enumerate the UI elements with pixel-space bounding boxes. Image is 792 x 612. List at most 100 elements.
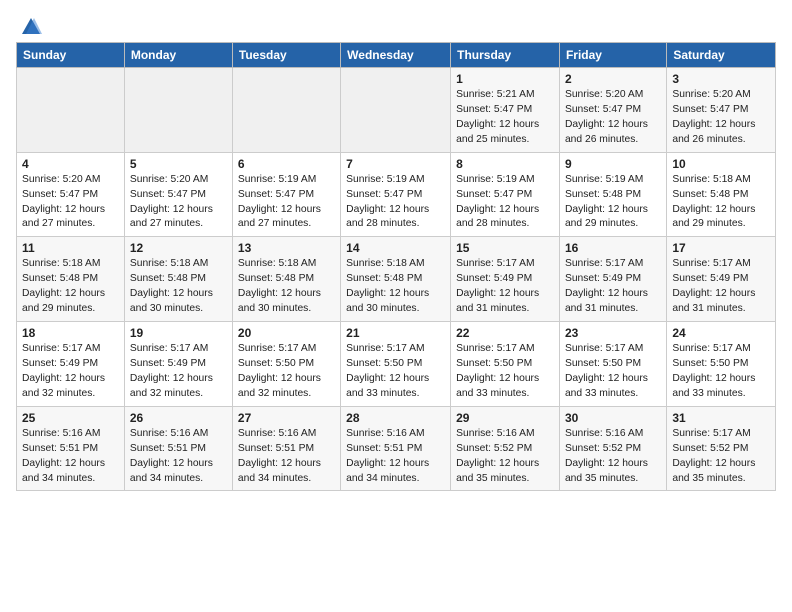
- day-cell: 30 Sunrise: 5:16 AM Sunset: 5:52 PM Dayli…: [559, 406, 666, 491]
- week-row-4: 18 Sunrise: 5:17 AM Sunset: 5:49 PM Dayli…: [17, 322, 776, 407]
- day-info: Sunrise: 5:17 AM Sunset: 5:49 PM Dayligh…: [130, 342, 227, 402]
- day-number: 25: [22, 411, 119, 425]
- day-info: Sunrise: 5:17 AM Sunset: 5:49 PM Dayligh…: [22, 342, 119, 402]
- day-number: 19: [130, 326, 227, 340]
- day-info: Sunrise: 5:17 AM Sunset: 5:50 PM Dayligh…: [456, 342, 554, 402]
- col-header-friday: Friday: [559, 43, 666, 68]
- day-cell: 21Sunrise: 5:17 AM Sunset: 5:50 PM Dayli…: [341, 322, 451, 407]
- calendar-table: SundayMondayTuesdayWednesdayThursdayFrid…: [16, 42, 776, 491]
- day-info: Sunrise: 5:16 AM Sunset: 5:51 PM Dayligh…: [238, 427, 335, 487]
- day-cell: 4 Sunrise: 5:20 AM Sunset: 5:47 PM Daylig…: [17, 152, 125, 237]
- day-cell: 20 Sunrise: 5:17 AM Sunset: 5:50 PM Dayli…: [232, 322, 340, 407]
- day-number: 20: [238, 326, 335, 340]
- day-number: 8: [456, 157, 554, 171]
- day-info: Sunrise: 5:17 AM Sunset: 5:49 PM Dayligh…: [565, 257, 661, 317]
- col-header-tuesday: Tuesday: [232, 43, 340, 68]
- day-info: Sunrise: 5:21 AM Sunset: 5:47 PM Dayligh…: [456, 88, 554, 148]
- week-row-3: 11 Sunrise: 5:18 AM Sunset: 5:48 PM Dayli…: [17, 237, 776, 322]
- day-number: 30: [565, 411, 661, 425]
- day-number: 28: [346, 411, 445, 425]
- day-info: Sunrise: 5:19 AM Sunset: 5:47 PM Dayligh…: [346, 173, 445, 233]
- day-info: Sunrise: 5:19 AM Sunset: 5:47 PM Dayligh…: [456, 173, 554, 233]
- day-number: 5: [130, 157, 227, 171]
- day-info: Sunrise: 5:17 AM Sunset: 5:49 PM Dayligh…: [672, 257, 770, 317]
- day-number: 17: [672, 241, 770, 255]
- day-cell: 5 Sunrise: 5:20 AM Sunset: 5:47 PM Daylig…: [124, 152, 232, 237]
- day-number: 18: [22, 326, 119, 340]
- day-cell: 6 Sunrise: 5:19 AM Sunset: 5:47 PM Daylig…: [232, 152, 340, 237]
- day-cell: 2Sunrise: 5:20 AM Sunset: 5:47 PM Daylig…: [559, 68, 666, 153]
- day-info: Sunrise: 5:16 AM Sunset: 5:52 PM Dayligh…: [456, 427, 554, 487]
- day-cell: 14 Sunrise: 5:18 AM Sunset: 5:48 PM Dayli…: [341, 237, 451, 322]
- day-info: Sunrise: 5:17 AM Sunset: 5:50 PM Dayligh…: [672, 342, 770, 402]
- day-cell: 27 Sunrise: 5:16 AM Sunset: 5:51 PM Dayli…: [232, 406, 340, 491]
- day-cell: 29 Sunrise: 5:16 AM Sunset: 5:52 PM Dayli…: [451, 406, 560, 491]
- day-number: 6: [238, 157, 335, 171]
- day-cell: 9Sunrise: 5:19 AM Sunset: 5:48 PM Daylig…: [559, 152, 666, 237]
- day-cell: 8 Sunrise: 5:19 AM Sunset: 5:47 PM Daylig…: [451, 152, 560, 237]
- day-number: 29: [456, 411, 554, 425]
- day-info: Sunrise: 5:17 AM Sunset: 5:49 PM Dayligh…: [456, 257, 554, 317]
- day-cell: [124, 68, 232, 153]
- day-cell: 3 Sunrise: 5:20 AM Sunset: 5:47 PM Daylig…: [667, 68, 776, 153]
- day-number: 31: [672, 411, 770, 425]
- day-info: Sunrise: 5:18 AM Sunset: 5:48 PM Dayligh…: [672, 173, 770, 233]
- day-info: Sunrise: 5:18 AM Sunset: 5:48 PM Dayligh…: [238, 257, 335, 317]
- day-number: 22: [456, 326, 554, 340]
- day-info: Sunrise: 5:17 AM Sunset: 5:50 PM Dayligh…: [346, 342, 445, 402]
- day-info: Sunrise: 5:16 AM Sunset: 5:51 PM Dayligh…: [22, 427, 119, 487]
- day-number: 27: [238, 411, 335, 425]
- day-number: 11: [22, 241, 119, 255]
- col-header-thursday: Thursday: [451, 43, 560, 68]
- day-number: 3: [672, 72, 770, 86]
- day-number: 2: [565, 72, 661, 86]
- day-number: 24: [672, 326, 770, 340]
- day-cell: 17 Sunrise: 5:17 AM Sunset: 5:49 PM Dayli…: [667, 237, 776, 322]
- day-info: Sunrise: 5:20 AM Sunset: 5:47 PM Dayligh…: [130, 173, 227, 233]
- logo: [16, 16, 42, 34]
- day-number: 12: [130, 241, 227, 255]
- day-cell: 15 Sunrise: 5:17 AM Sunset: 5:49 PM Dayli…: [451, 237, 560, 322]
- day-info: Sunrise: 5:16 AM Sunset: 5:51 PM Dayligh…: [130, 427, 227, 487]
- day-cell: [341, 68, 451, 153]
- day-number: 7: [346, 157, 445, 171]
- day-info: Sunrise: 5:20 AM Sunset: 5:47 PM Dayligh…: [672, 88, 770, 148]
- day-info: Sunrise: 5:18 AM Sunset: 5:48 PM Dayligh…: [346, 257, 445, 317]
- day-info: Sunrise: 5:19 AM Sunset: 5:47 PM Dayligh…: [238, 173, 335, 233]
- header-row: SundayMondayTuesdayWednesdayThursdayFrid…: [17, 43, 776, 68]
- week-row-2: 4 Sunrise: 5:20 AM Sunset: 5:47 PM Daylig…: [17, 152, 776, 237]
- day-info: Sunrise: 5:17 AM Sunset: 5:50 PM Dayligh…: [565, 342, 661, 402]
- page-header: [16, 16, 776, 34]
- day-cell: 12Sunrise: 5:18 AM Sunset: 5:48 PM Dayli…: [124, 237, 232, 322]
- day-number: 10: [672, 157, 770, 171]
- day-cell: 1 Sunrise: 5:21 AM Sunset: 5:47 PM Daylig…: [451, 68, 560, 153]
- day-info: Sunrise: 5:16 AM Sunset: 5:51 PM Dayligh…: [346, 427, 445, 487]
- day-cell: 10 Sunrise: 5:18 AM Sunset: 5:48 PM Dayli…: [667, 152, 776, 237]
- day-cell: 23Sunrise: 5:17 AM Sunset: 5:50 PM Dayli…: [559, 322, 666, 407]
- day-cell: 31 Sunrise: 5:17 AM Sunset: 5:52 PM Dayli…: [667, 406, 776, 491]
- day-cell: 16 Sunrise: 5:17 AM Sunset: 5:49 PM Dayli…: [559, 237, 666, 322]
- day-cell: 19 Sunrise: 5:17 AM Sunset: 5:49 PM Dayli…: [124, 322, 232, 407]
- day-cell: 22 Sunrise: 5:17 AM Sunset: 5:50 PM Dayli…: [451, 322, 560, 407]
- day-number: 16: [565, 241, 661, 255]
- day-number: 26: [130, 411, 227, 425]
- col-header-wednesday: Wednesday: [341, 43, 451, 68]
- day-number: 13: [238, 241, 335, 255]
- day-number: 14: [346, 241, 445, 255]
- day-cell: 28 Sunrise: 5:16 AM Sunset: 5:51 PM Dayli…: [341, 406, 451, 491]
- day-number: 4: [22, 157, 119, 171]
- day-cell: 13 Sunrise: 5:18 AM Sunset: 5:48 PM Dayli…: [232, 237, 340, 322]
- day-info: Sunrise: 5:17 AM Sunset: 5:52 PM Dayligh…: [672, 427, 770, 487]
- col-header-sunday: Sunday: [17, 43, 125, 68]
- day-info: Sunrise: 5:17 AM Sunset: 5:50 PM Dayligh…: [238, 342, 335, 402]
- week-row-1: 1 Sunrise: 5:21 AM Sunset: 5:47 PM Daylig…: [17, 68, 776, 153]
- day-info: Sunrise: 5:18 AM Sunset: 5:48 PM Dayligh…: [22, 257, 119, 317]
- day-info: Sunrise: 5:20 AM Sunset: 5:47 PM Dayligh…: [22, 173, 119, 233]
- logo-icon: [20, 16, 42, 38]
- day-info: Sunrise: 5:16 AM Sunset: 5:52 PM Dayligh…: [565, 427, 661, 487]
- day-number: 1: [456, 72, 554, 86]
- col-header-saturday: Saturday: [667, 43, 776, 68]
- day-number: 15: [456, 241, 554, 255]
- day-cell: 18 Sunrise: 5:17 AM Sunset: 5:49 PM Dayli…: [17, 322, 125, 407]
- day-info: Sunrise: 5:19 AM Sunset: 5:48 PM Dayligh…: [565, 173, 661, 233]
